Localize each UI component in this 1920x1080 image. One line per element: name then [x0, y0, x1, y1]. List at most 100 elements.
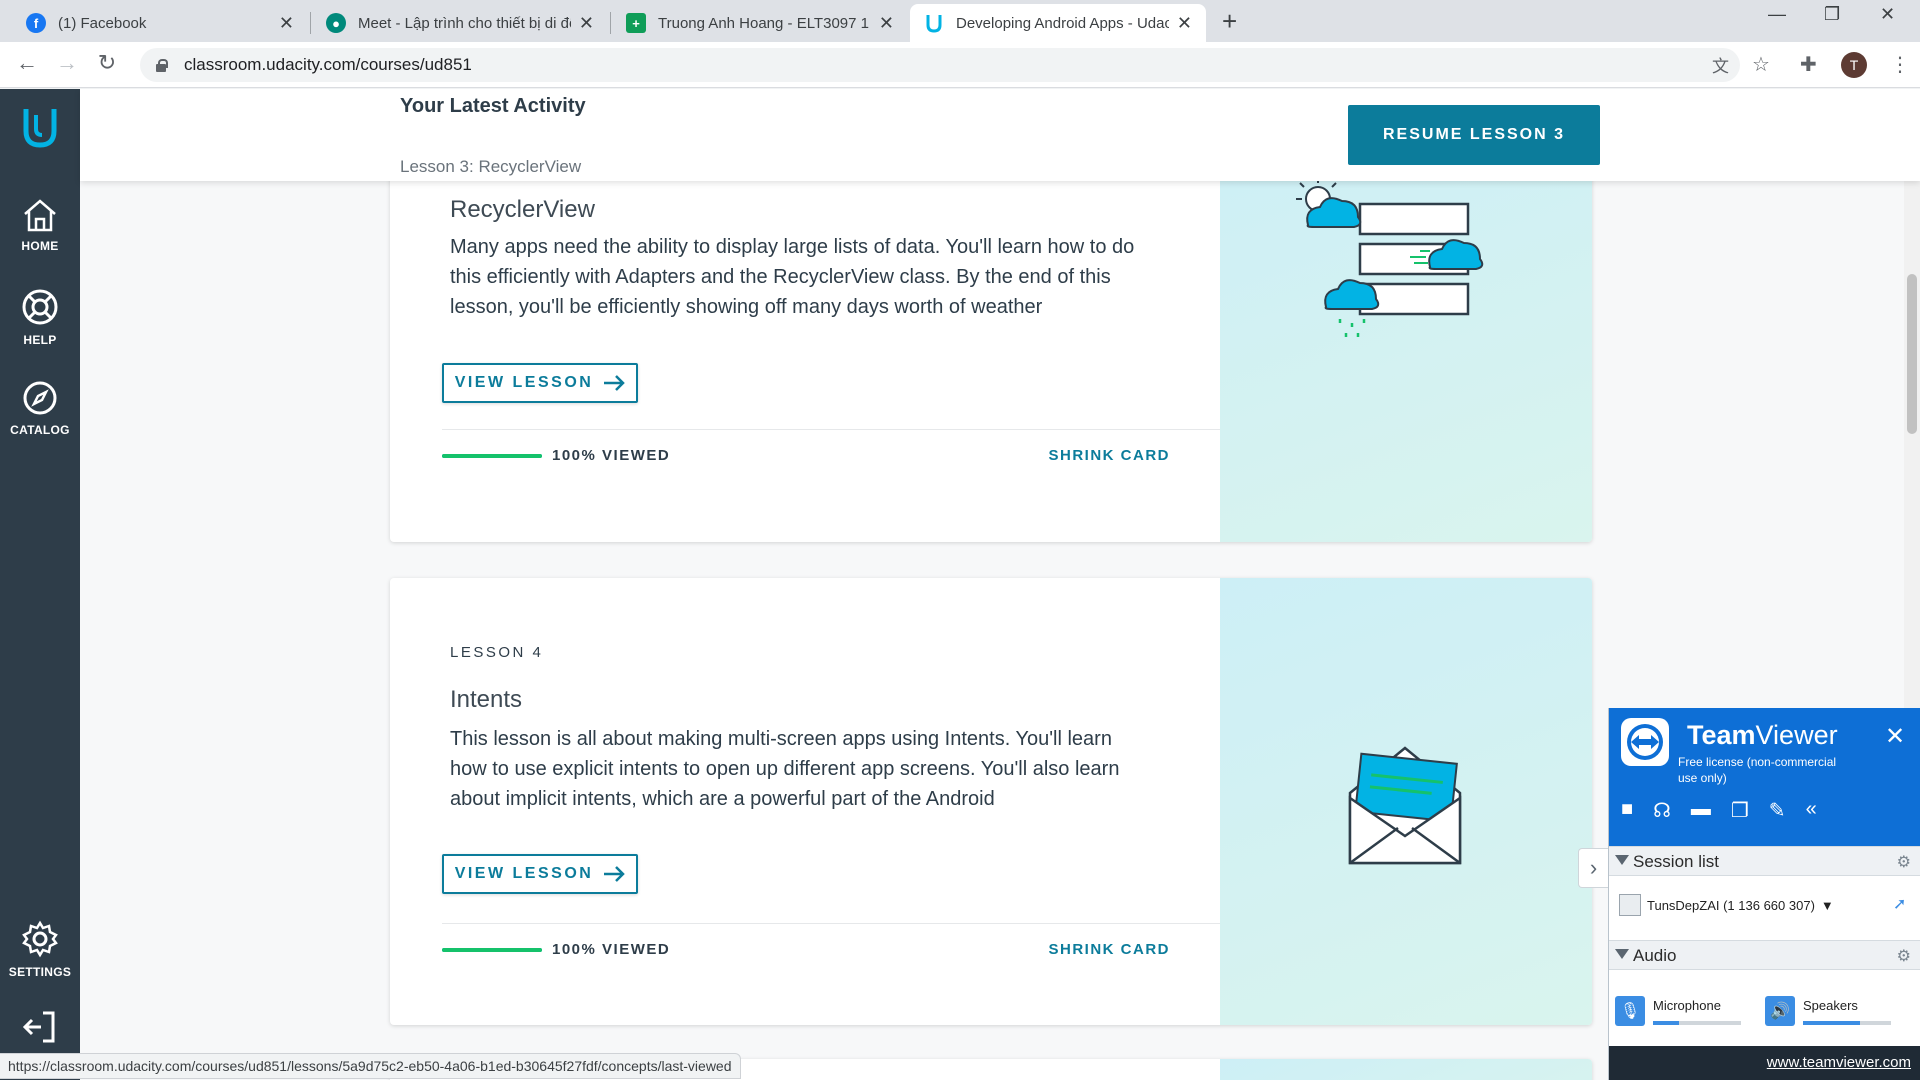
session-item[interactable]: TunsDepZAI (1 136 660 307) ▼: [1619, 894, 1834, 916]
url-text: classroom.udacity.com/courses/ud851: [184, 55, 472, 74]
whiteboard-pen-icon[interactable]: ✎: [1769, 798, 1786, 823]
minimize-icon[interactable]: —: [1768, 4, 1786, 25]
speakers-level: [1803, 1021, 1861, 1025]
latest-activity-subtitle: Lesson 3: RecyclerView: [400, 157, 582, 176]
nav-help[interactable]: HELP: [0, 287, 80, 347]
restore-icon[interactable]: ❐: [1824, 4, 1840, 25]
tab-meet[interactable]: ● Meet - Lập trình cho thiết bị di động …: [312, 4, 608, 42]
tab-title: Meet - Lập trình cho thiết bị di động: [358, 14, 571, 32]
lesson-card: LESSON 4 Intents This lesson is all abou…: [390, 578, 1592, 1025]
tab-separator: [610, 12, 611, 34]
speakers-slider[interactable]: [1803, 1021, 1891, 1025]
reload-icon[interactable]: ↻: [92, 50, 122, 76]
profile-avatar[interactable]: T: [1841, 52, 1867, 78]
resume-lesson-button[interactable]: RESUME LESSON 3: [1348, 105, 1600, 165]
latest-activity-header: Your Latest Activity Lesson 3: RecyclerV…: [80, 89, 1920, 181]
address-bar[interactable]: classroom.udacity.com/courses/ud851: [140, 48, 1740, 82]
lesson-progress-fill: [442, 454, 542, 458]
nav-catalog[interactable]: CATALOG: [0, 379, 80, 437]
bookmark-star-icon[interactable]: ☆: [1752, 52, 1770, 77]
speakers-label: Speakers: [1803, 998, 1858, 1013]
nav-settings[interactable]: SETTINGS: [0, 919, 80, 979]
session-list-label: Session list: [1633, 852, 1719, 871]
nav-catalog-label: CATALOG: [10, 423, 70, 437]
status-bar-url: https://classroom.udacity.com/courses/ud…: [0, 1053, 741, 1079]
teamviewer-panel: TeamViewer Free license (non-commercial …: [1608, 708, 1920, 1080]
lesson-illustration: [1220, 578, 1592, 1025]
udacity-logo-icon[interactable]: [20, 105, 60, 154]
lesson-progress-bar: [442, 454, 542, 458]
audio-header[interactable]: Audio ⚙: [1609, 940, 1920, 970]
lesson-description: Many apps need the ability to display la…: [450, 236, 1135, 318]
lesson-progress-fill: [442, 948, 542, 952]
close-icon[interactable]: ✕: [1177, 13, 1192, 34]
shrink-card-link[interactable]: SHRINK CARD: [1049, 447, 1171, 464]
sheets-icon: +: [626, 13, 646, 33]
chevron-right-icon[interactable]: ›: [1578, 848, 1608, 888]
facebook-icon: f: [26, 13, 46, 33]
chat-icon[interactable]: ▬: [1691, 798, 1711, 823]
translate-icon[interactable]: 文: [1712, 52, 1729, 77]
close-icon[interactable]: ✕: [1885, 722, 1905, 751]
close-icon[interactable]: ✕: [579, 13, 594, 34]
tab-udacity[interactable]: Developing Android Apps - Udacity ✕: [910, 4, 1206, 42]
dropdown-arrow-icon[interactable]: ▼: [1821, 898, 1834, 913]
brand-bold: Team: [1687, 720, 1756, 750]
nav-home-label: HOME: [21, 239, 59, 253]
headset-icon[interactable]: ☊: [1653, 798, 1671, 823]
lesson-number: LESSON 4: [450, 644, 544, 661]
window-close-icon[interactable]: ✕: [1880, 4, 1895, 25]
microphone-icon[interactable]: 🎙: [1615, 996, 1645, 1026]
compass-icon: [23, 381, 57, 415]
microphone-level: [1653, 1021, 1680, 1025]
gear-icon[interactable]: ⚙: [1897, 852, 1911, 872]
tab-facebook[interactable]: f (1) Facebook ✕: [12, 4, 308, 42]
new-tab-icon[interactable]: +: [1222, 6, 1237, 37]
close-icon[interactable]: ✕: [279, 13, 294, 34]
teamviewer-website-link[interactable]: www.teamviewer.com: [1609, 1046, 1920, 1080]
extensions-icon[interactable]: ✚: [1800, 52, 1817, 77]
weather-list-illustration: [1296, 177, 1484, 337]
tab-title: (1) Facebook: [58, 14, 147, 32]
brand-rest: Viewer: [1755, 720, 1838, 750]
nav-home[interactable]: HOME: [0, 197, 80, 253]
arrow-right-icon: [604, 375, 626, 391]
viewed-status: 100% VIEWED: [552, 941, 671, 958]
triangle-down-icon: [1615, 855, 1629, 865]
collapse-double-chevron-icon[interactable]: «: [1806, 798, 1817, 823]
teamviewer-toolbar: ■ ☊ ▬ ❐ ✎ «: [1621, 798, 1817, 823]
lesson-title: RecyclerView: [450, 196, 595, 223]
arrow-right-icon: [604, 866, 626, 882]
speaker-icon[interactable]: 🔊: [1765, 996, 1795, 1026]
close-icon[interactable]: ✕: [879, 13, 894, 34]
session-list-header[interactable]: Session list ⚙: [1609, 846, 1920, 876]
nav-settings-label: SETTINGS: [8, 965, 72, 979]
microphone-slider[interactable]: [1653, 1021, 1741, 1025]
logout-icon[interactable]: [0, 1009, 80, 1051]
scrollbar-thumb[interactable]: [1907, 274, 1917, 434]
shrink-card-link[interactable]: SHRINK CARD: [1049, 941, 1171, 958]
video-camera-icon[interactable]: ■: [1621, 798, 1633, 823]
tab-sheets[interactable]: + Truong Anh Hoang - ELT3097 1 - ✕: [612, 4, 908, 42]
view-lesson-button[interactable]: VIEW LESSON: [442, 363, 638, 403]
viewed-status: 100% VIEWED: [552, 447, 671, 464]
meet-icon: ●: [326, 13, 346, 33]
lesson-illustration: [1220, 1059, 1592, 1080]
browser-tabstrip: f (1) Facebook ✕ ● Meet - Lập trình cho …: [0, 0, 1920, 42]
teamviewer-header: TeamViewer Free license (non-commercial …: [1609, 708, 1920, 846]
help-lifebuoy-icon: [22, 289, 58, 325]
back-icon[interactable]: ←: [12, 50, 42, 76]
view-lesson-button[interactable]: VIEW LESSON: [442, 854, 638, 894]
pointer-icon[interactable]: ➚: [1893, 894, 1906, 914]
card-divider: [442, 923, 1220, 924]
gear-icon[interactable]: ⚙: [1897, 946, 1911, 966]
settings-gear-icon: [22, 920, 58, 958]
audio-label: Audio: [1633, 946, 1677, 965]
lesson-card: RecyclerView Many apps need the ability …: [390, 129, 1592, 542]
forward-icon[interactable]: →: [52, 50, 82, 76]
session-item-label: TunsDepZAI (1 136 660 307): [1647, 897, 1815, 913]
latest-activity-title: Your Latest Activity: [400, 95, 586, 117]
triangle-down-icon: [1615, 949, 1629, 959]
file-transfer-icon[interactable]: ❐: [1731, 798, 1749, 823]
menu-kebab-icon[interactable]: ⋮: [1890, 52, 1910, 77]
